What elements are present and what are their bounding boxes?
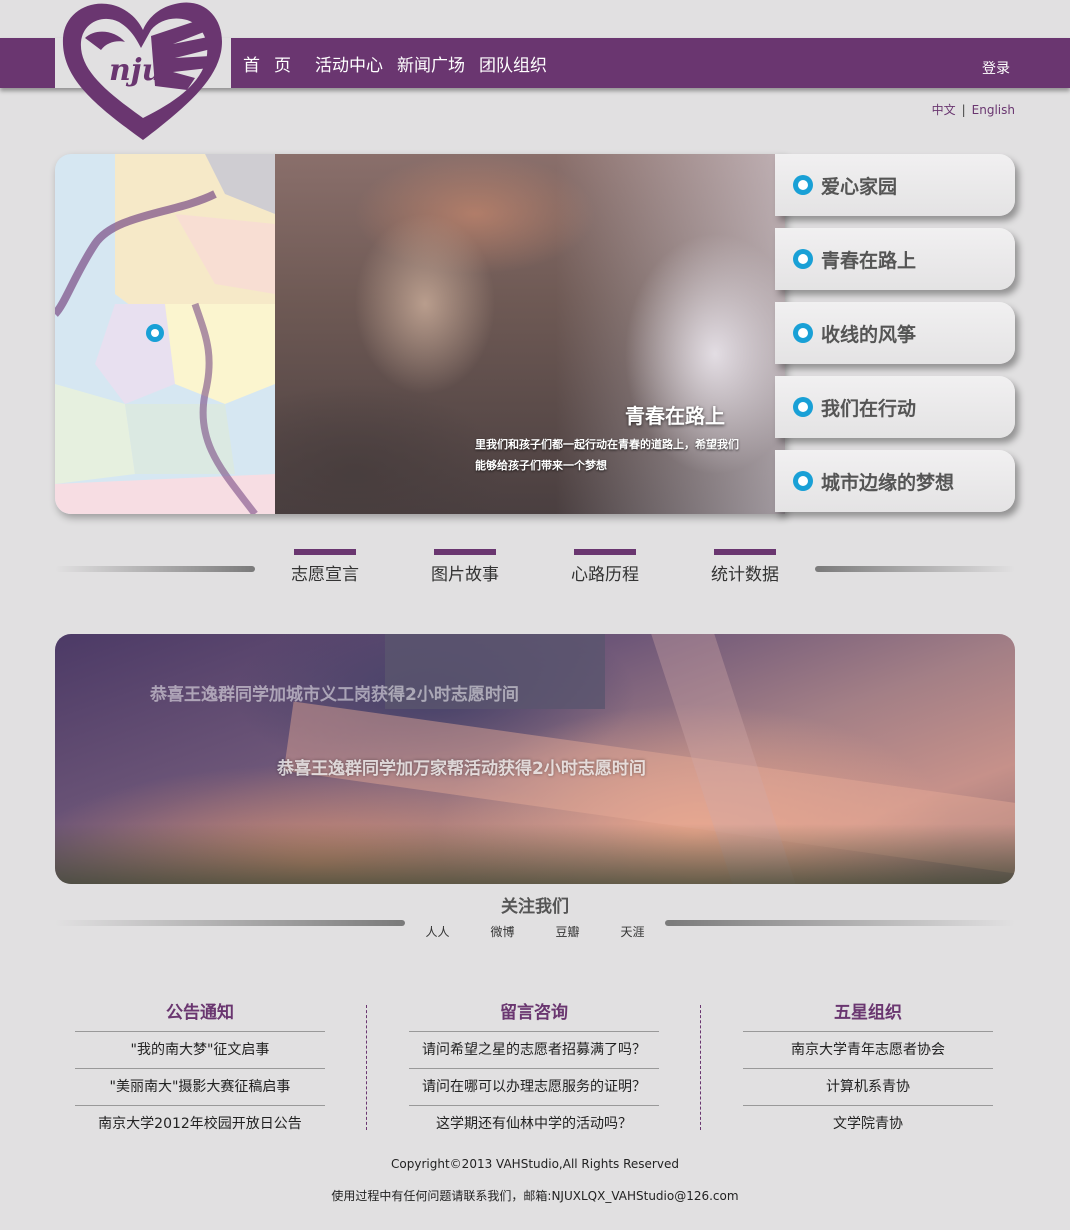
nav-news[interactable]: 新闻广场 (397, 51, 465, 76)
column-title[interactable]: 公告通知 (75, 1000, 325, 1032)
consult-column: 留言咨询 请问希望之星的志愿者招募满了吗？ 请问在哪可以办理志愿服务的证明？ 这… (409, 1000, 659, 1143)
social-weibo[interactable]: 微博 (490, 923, 514, 940)
notice-column: 公告通知 "我的南大梦"征文启事 "美丽南大"摄影大赛征稿启事 南京大学2012… (75, 1000, 325, 1143)
column-title[interactable]: 五星组织 (743, 1000, 993, 1032)
column-title[interactable]: 留言咨询 (409, 1000, 659, 1032)
hero-item-label: 我们在行动 (821, 397, 917, 420)
login-link[interactable]: 登录 (982, 38, 1010, 88)
slide-title: 青春在路上 (625, 404, 725, 428)
tab-volunteer-manifesto[interactable]: 志愿宣言 (285, 549, 365, 585)
nav-activity-center[interactable]: 活动中心 (315, 51, 383, 76)
tab-photo-stories[interactable]: 图片故事 (425, 549, 505, 585)
logo-text: nju (109, 53, 163, 88)
list-item[interactable]: 计算机系青协 (743, 1069, 993, 1106)
hero-item-youth-on-road[interactable]: 青春在路上 (775, 228, 1015, 290)
hero-menu: 爱心家园 青春在路上 收线的风筝 我们在行动 城市边缘的梦想 (775, 154, 1015, 514)
list-item[interactable]: 请问希望之星的志愿者招募满了吗？ (409, 1032, 659, 1069)
heart-hand-icon: nju (62, 2, 222, 141)
list-item[interactable]: 这学期还有仙林中学的活动吗？ (409, 1106, 659, 1143)
slide-description: 里我们和孩子们都一起行动在青春的道路上，希望我们能够给孩子们带来一个梦想 (475, 438, 739, 472)
hero-item-label: 收线的风筝 (821, 323, 917, 346)
hero-item-label: 青春在路上 (821, 249, 917, 272)
divider-right (665, 920, 1015, 926)
hero-item-city-edge-dream[interactable]: 城市边缘的梦想 (775, 450, 1015, 512)
social-douban[interactable]: 豆瓣 (555, 923, 579, 940)
list-item[interactable]: 请问在哪可以办理志愿服务的证明？ (409, 1069, 659, 1106)
divider-left (55, 920, 405, 926)
banner-message-1: 恭喜王逸群同学加城市义工岗获得2小时志愿时间 (150, 685, 519, 705)
social-renren[interactable]: 人人 (425, 923, 449, 940)
lang-zh[interactable]: 中文 (932, 103, 956, 117)
social-links: 人人 微博 豆瓣 天涯 (405, 923, 665, 940)
copyright-text: Copyright©2013 VAHStudio,All Rights Rese… (391, 1157, 679, 1171)
tab-label: 图片故事 (431, 565, 499, 585)
lang-separator: | (961, 103, 966, 117)
social-tianya[interactable]: 天涯 (620, 923, 644, 940)
nju-volunteer-logo[interactable]: nju (55, 0, 231, 145)
map-illustration (55, 154, 275, 514)
nav-team[interactable]: 团队组织 (479, 51, 547, 76)
column-separator (700, 1005, 701, 1130)
contact-text: 使用过程中有任何问题请联系我们，邮箱:NJUXLQX_VAHStudio@126… (331, 1189, 739, 1203)
bullet-icon (793, 323, 813, 343)
column-separator (366, 1005, 367, 1130)
hero-slider: 青春在路上 里我们和孩子们都一起行动在青春的道路上，希望我们能够给孩子们带来一个… (55, 154, 1015, 514)
nav-home[interactable]: 首页 (243, 51, 305, 76)
tab-journey[interactable]: 心路历程 (565, 549, 645, 585)
hero-item-label: 爱心家园 (821, 175, 898, 198)
hero-item-label: 城市边缘的梦想 (821, 471, 955, 494)
language-switcher: 中文 | English (932, 101, 1015, 118)
bullet-icon (793, 397, 813, 417)
lang-en[interactable]: English (972, 103, 1015, 117)
list-item[interactable]: 南京大学青年志愿者协会 (743, 1032, 993, 1069)
tab-label: 志愿宣言 (291, 565, 359, 585)
hero-item-love-home[interactable]: 爱心家园 (775, 154, 1015, 216)
bullet-icon (793, 471, 813, 491)
bullet-icon (793, 175, 813, 195)
list-item[interactable]: "美丽南大"摄影大赛征稿启事 (75, 1069, 325, 1106)
tab-label: 心路历程 (571, 565, 639, 585)
tab-statistics[interactable]: 统计数据 (705, 549, 785, 585)
organization-column: 五星组织 南京大学青年志愿者协会 计算机系青协 文学院青协 (743, 1000, 993, 1143)
list-item[interactable]: "我的南大梦"征文启事 (75, 1032, 325, 1069)
banner-message-2: 恭喜王逸群同学加万家帮活动获得2小时志愿时间 (277, 759, 646, 779)
list-item[interactable]: 文学院青协 (743, 1106, 993, 1143)
follow-us-title: 关注我们 (501, 897, 569, 917)
region-map[interactable] (55, 154, 275, 514)
hero-frame: 青春在路上 里我们和孩子们都一起行动在青春的道路上，希望我们能够给孩子们带来一个… (55, 154, 785, 514)
hero-item-in-action[interactable]: 我们在行动 (775, 376, 1015, 438)
hero-item-kite[interactable]: 收线的风筝 (775, 302, 1015, 364)
announcement-banner[interactable]: 恭喜王逸群同学加城市义工岗获得2小时志愿时间 恭喜王逸群同学加万家帮活动获得2小… (55, 634, 1015, 884)
bullet-icon (793, 249, 813, 269)
main-nav: 首页 活动中心 新闻广场 团队组织 (243, 38, 547, 88)
tab-label: 统计数据 (711, 565, 779, 585)
list-item[interactable]: 南京大学2012年校园开放日公告 (75, 1106, 325, 1143)
divider-left (55, 566, 255, 572)
divider-right (815, 566, 1015, 572)
